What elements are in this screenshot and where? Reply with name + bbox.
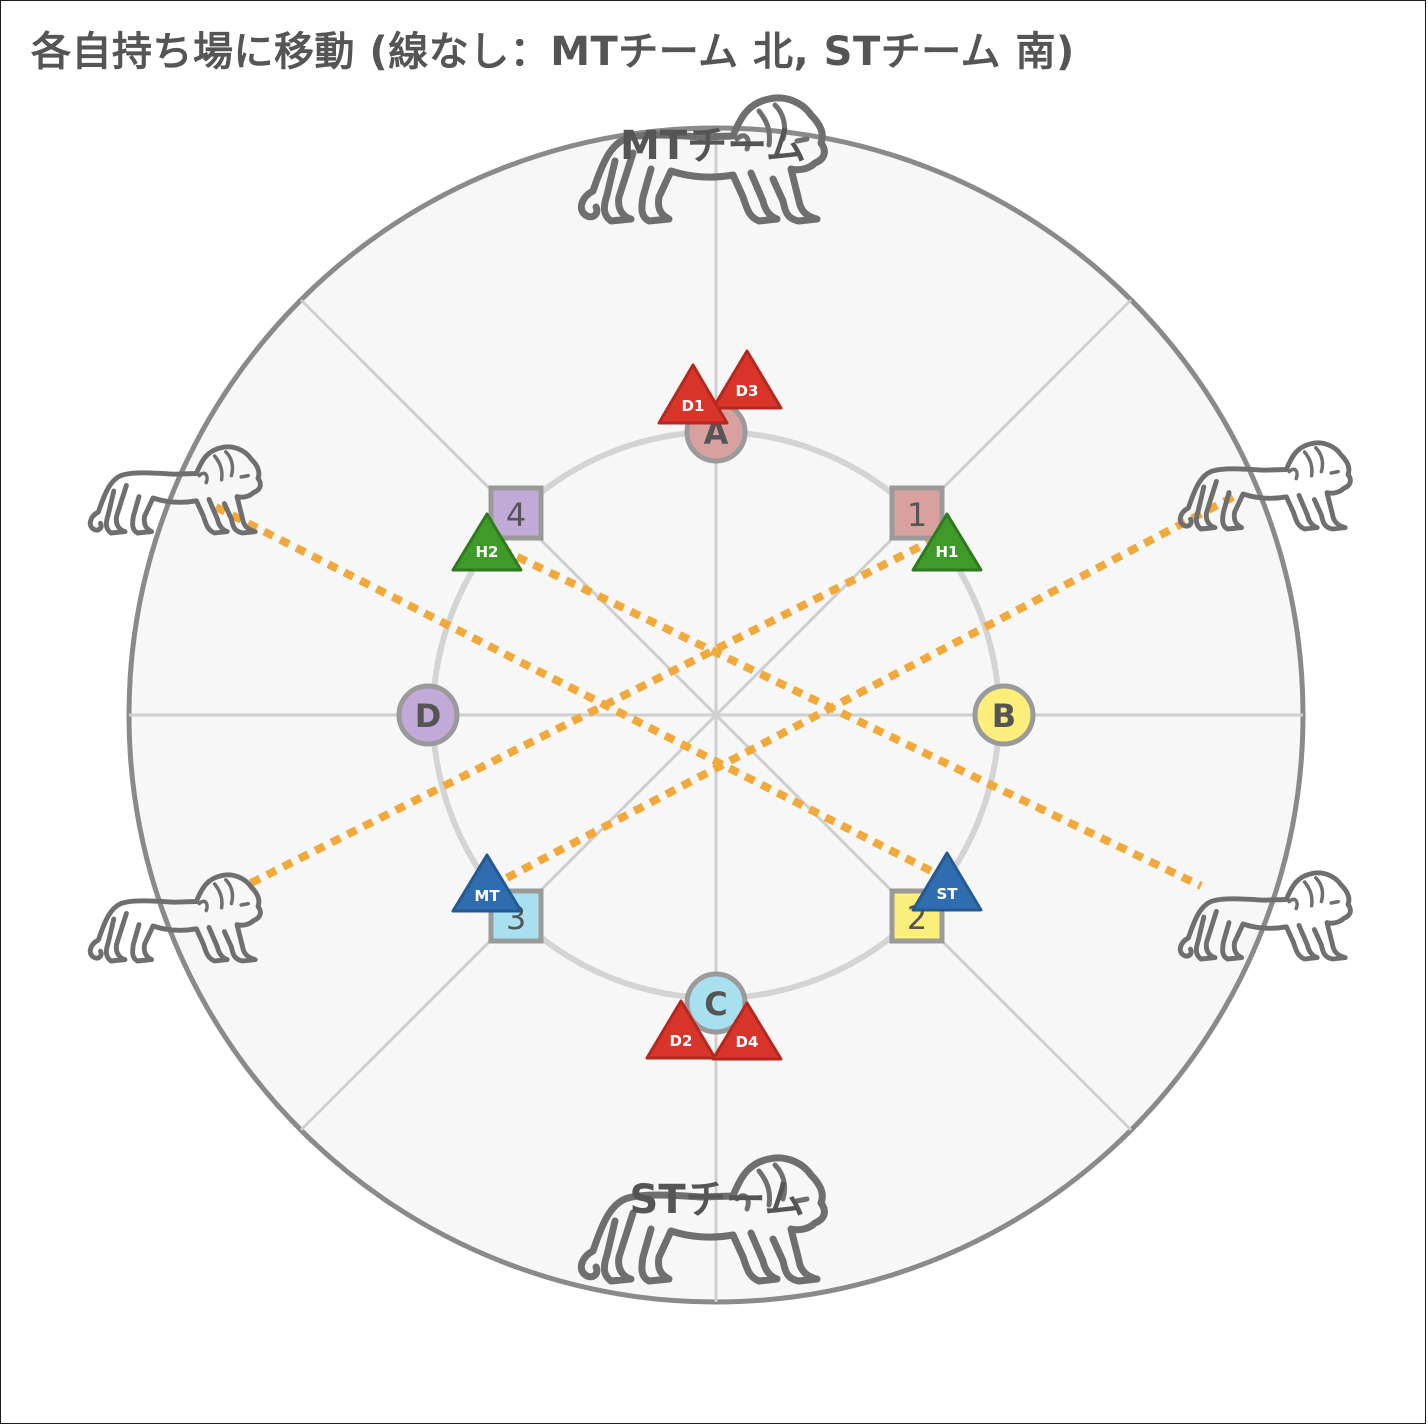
svg-text:B: B [992, 697, 1016, 735]
diagram-frame: 各自持ち場に移動 (線なし：MTチーム 北, STチーム 南) MTチーム ST… [0, 0, 1426, 1424]
arena-grid [129, 128, 1303, 1302]
waymark-B: B [972, 683, 1036, 747]
team-label-south: STチーム [630, 1177, 805, 1223]
svg-text:D4: D4 [736, 1033, 759, 1051]
svg-text:D1: D1 [682, 397, 705, 415]
waymark-1: 1 [889, 485, 945, 541]
svg-text:C: C [704, 985, 727, 1023]
svg-text:H1: H1 [936, 543, 959, 561]
waymark-D: D [396, 683, 460, 747]
svg-text:D: D [415, 697, 442, 735]
arena-diagram: MTチーム STチーム 4 1 3 2 A B C D D3 D1 H2 H1 … [1, 1, 1427, 1305]
svg-text:4: 4 [506, 496, 526, 534]
svg-text:D2: D2 [670, 1032, 693, 1050]
svg-text:MT: MT [474, 887, 500, 905]
svg-text:D3: D3 [736, 382, 759, 400]
svg-text:1: 1 [907, 496, 927, 534]
svg-text:ST: ST [936, 885, 958, 903]
team-label-north: MTチーム [620, 123, 806, 169]
svg-text:H2: H2 [476, 543, 499, 561]
